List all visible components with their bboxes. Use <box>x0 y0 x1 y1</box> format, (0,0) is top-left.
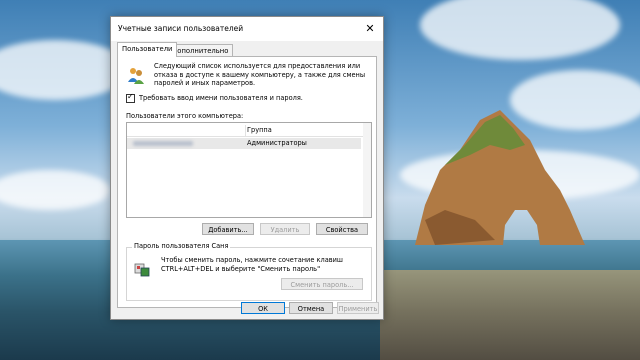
users-list-label: Пользователи этого компьютера: <box>126 112 244 120</box>
list-scrollbar[interactable] <box>363 123 371 217</box>
password-group-title: Пароль пользователя Саня <box>132 242 231 250</box>
add-button[interactable]: Добавить... <box>202 223 254 235</box>
cloud <box>420 0 620 60</box>
blurred-user-name <box>133 141 193 146</box>
users-tab-panel: Следующий список используется для предос… <box>117 56 377 308</box>
cloud <box>0 170 110 210</box>
password-instructions: Чтобы сменить пароль, нажмите сочетание … <box>161 256 343 273</box>
users-icon <box>128 68 144 84</box>
column-header-name[interactable] <box>127 125 246 136</box>
require-login-checkbox[interactable] <box>126 92 135 103</box>
tab-users[interactable]: Пользователи <box>117 42 178 57</box>
cancel-button[interactable]: Отмена <box>289 302 333 314</box>
change-password-button[interactable]: Сменить пароль... <box>281 278 363 290</box>
users-list[interactable]: Группа Администраторы <box>126 122 372 218</box>
user-accounts-dialog: Учетные записи пользователей ✕ Пользоват… <box>110 16 384 320</box>
properties-button[interactable]: Свойства <box>316 223 368 235</box>
rock-arch-image <box>415 110 585 245</box>
close-icon[interactable]: ✕ <box>361 20 379 38</box>
ok-button[interactable]: ОК <box>241 302 285 314</box>
require-login-label: Требовать ввод имени пользователя и паро… <box>139 94 303 102</box>
intro-text: Следующий список используется для предос… <box>154 62 366 88</box>
column-header-group[interactable]: Группа <box>247 126 272 134</box>
remove-button[interactable]: Удалить <box>260 223 310 235</box>
list-row-user[interactable]: Администраторы <box>127 138 361 149</box>
dialog-title: Учетные записи пользователей <box>118 24 244 33</box>
dialog-body: Пользователи Дополнительно Следующий спи… <box>111 41 383 319</box>
apply-button[interactable]: Применить <box>337 302 379 314</box>
require-login-row[interactable]: Требовать ввод имени пользователя и паро… <box>126 92 303 103</box>
password-groupbox: Пароль пользователя Саня Чтобы сменить п… <box>126 242 372 301</box>
user-group: Администраторы <box>247 139 307 147</box>
list-header: Группа <box>127 125 371 137</box>
title-bar: Учетные записи пользователей ✕ <box>111 17 383 41</box>
shore <box>380 270 640 360</box>
keyboard-key-icon <box>134 263 150 277</box>
